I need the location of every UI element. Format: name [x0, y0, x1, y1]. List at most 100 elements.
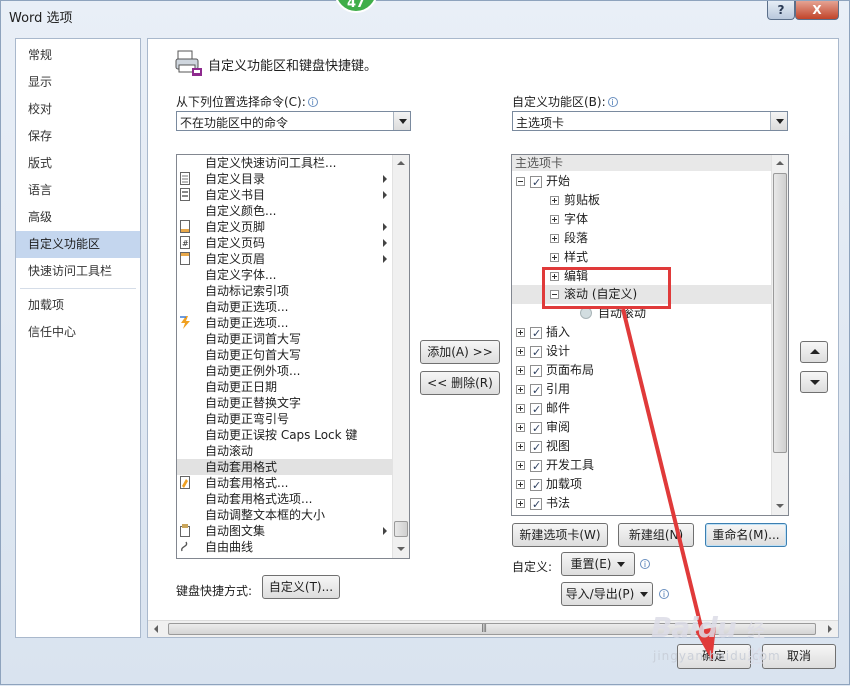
- close-button[interactable]: X: [795, 1, 839, 20]
- checkbox[interactable]: [530, 173, 542, 192]
- nav-item-advanced[interactable]: 高级: [16, 204, 140, 231]
- expand-icon[interactable]: [516, 499, 525, 508]
- checkbox[interactable]: [530, 362, 542, 381]
- command-list-item[interactable]: 自动更正替换文字: [177, 395, 393, 411]
- new-tab-button[interactable]: 新建选项卡(W): [512, 523, 608, 547]
- nav-item-display[interactable]: 显示: [16, 69, 140, 96]
- nav-item-save[interactable]: 保存: [16, 123, 140, 150]
- expand-icon[interactable]: [516, 385, 525, 394]
- command-list-item[interactable]: # 自定义页码: [177, 235, 393, 251]
- ribbon-tree-node[interactable]: 剪贴板: [512, 191, 772, 210]
- command-list-item[interactable]: 自动更正词首大写: [177, 331, 393, 347]
- ribbon-tree-node[interactable]: 邮件: [512, 399, 772, 419]
- commands-list[interactable]: 自定义快速访问工具栏... 自定义目录 自定义书目 自定义颜色... 自定义页脚 # 自定义…: [176, 154, 410, 559]
- command-list-item[interactable]: 自定义页眉: [177, 251, 393, 267]
- scroll-down-icon[interactable]: [393, 541, 409, 558]
- checkbox[interactable]: [530, 343, 542, 362]
- expand-icon[interactable]: [550, 234, 559, 243]
- command-list-item[interactable]: 自动套用格式选项...: [177, 491, 393, 507]
- checkbox[interactable]: [530, 438, 542, 457]
- reset-button[interactable]: 重置(E): [561, 552, 635, 576]
- command-list-item[interactable]: 自动标记索引项: [177, 283, 393, 299]
- command-list-item[interactable]: 自定义快速访问工具栏...: [177, 155, 393, 171]
- customize-ribbon-dropdown[interactable]: 主选项卡: [512, 111, 788, 131]
- command-list-item[interactable]: 自动套用格式...: [177, 475, 393, 491]
- ribbon-tree-node[interactable]: 字体: [512, 210, 772, 229]
- ribbon-tree-node[interactable]: 设计: [512, 342, 772, 362]
- command-list-item[interactable]: 自动滚动: [177, 443, 393, 459]
- ribbon-tree-node[interactable]: 段落: [512, 229, 772, 248]
- expand-icon[interactable]: [516, 404, 525, 413]
- remove-button[interactable]: << 删除(R): [420, 371, 500, 395]
- scroll-left-icon[interactable]: [148, 621, 165, 637]
- command-list-item[interactable]: 自动套用格式: [177, 459, 393, 475]
- expand-icon[interactable]: [516, 461, 525, 470]
- ribbon-tree-node[interactable]: 插入: [512, 323, 772, 343]
- expand-icon[interactable]: [516, 442, 525, 451]
- ribbon-tree-node[interactable]: 引用: [512, 380, 772, 400]
- checkbox[interactable]: [530, 400, 542, 419]
- ribbon-tree-node[interactable]: 视图: [512, 437, 772, 457]
- scroll-thumb[interactable]: [773, 173, 787, 453]
- command-list-item[interactable]: 自定义书目: [177, 187, 393, 203]
- command-list-item[interactable]: 自定义字体...: [177, 267, 393, 283]
- command-list-item[interactable]: 自动更正例外项...: [177, 363, 393, 379]
- command-list-item[interactable]: 自定义颜色...: [177, 203, 393, 219]
- ribbon-tree-scrollbar[interactable]: [771, 155, 788, 515]
- scroll-down-icon[interactable]: [772, 498, 788, 515]
- chevron-down-icon[interactable]: [393, 112, 410, 130]
- nav-item-language[interactable]: 语言: [16, 177, 140, 204]
- new-group-button[interactable]: 新建组(N): [618, 523, 694, 547]
- checkbox[interactable]: [530, 324, 542, 343]
- command-list-item[interactable]: 自动更正日期: [177, 379, 393, 395]
- checkbox[interactable]: [530, 457, 542, 476]
- scroll-up-icon[interactable]: [393, 155, 409, 172]
- expand-icon[interactable]: [516, 423, 525, 432]
- expand-icon[interactable]: [516, 328, 525, 337]
- command-list-item[interactable]: 自动更正选项...: [177, 315, 393, 331]
- ribbon-tree-node[interactable]: 样式: [512, 248, 772, 267]
- ribbon-tree[interactable]: 主选项卡 开始剪贴板字体段落样式编辑滚动 (自定义)自动滚动插入设计页面布局引用…: [511, 154, 789, 516]
- customize-keyboard-button[interactable]: 自定义(T)...: [262, 575, 340, 599]
- commands-list-scrollbar[interactable]: [392, 155, 409, 558]
- help-button[interactable]: ?: [767, 1, 795, 20]
- add-button[interactable]: 添加(A) >>: [420, 340, 500, 364]
- scroll-up-icon[interactable]: [772, 155, 788, 172]
- choose-commands-dropdown[interactable]: 不在功能区中的命令: [176, 111, 411, 131]
- command-list-item[interactable]: 自由曲线: [177, 539, 393, 555]
- checkbox[interactable]: [530, 419, 542, 438]
- command-list-item[interactable]: 自动调整文本框的大小: [177, 507, 393, 523]
- checkbox[interactable]: [530, 476, 542, 495]
- nav-item-trust-center[interactable]: 信任中心: [16, 319, 140, 346]
- scroll-right-icon[interactable]: [821, 621, 838, 637]
- ribbon-tree-node[interactable]: 开始: [512, 172, 772, 192]
- command-list-item[interactable]: 自动图文集: [177, 523, 393, 539]
- command-list-item[interactable]: 自动更正误按 Caps Lock 键: [177, 427, 393, 443]
- ribbon-tree-node[interactable]: 开发工具: [512, 456, 772, 476]
- nav-item-customize-ribbon[interactable]: 自定义功能区: [16, 231, 140, 258]
- nav-item-general[interactable]: 常规: [16, 42, 140, 69]
- command-list-item[interactable]: 自动更正弯引号: [177, 411, 393, 427]
- nav-item-add-ins[interactable]: 加载项: [16, 292, 140, 319]
- ribbon-tree-node[interactable]: 审阅: [512, 418, 772, 438]
- command-list-item[interactable]: 自定义页脚: [177, 219, 393, 235]
- ribbon-tree-node[interactable]: 书法: [512, 494, 772, 514]
- checkbox[interactable]: [530, 381, 542, 400]
- move-up-button[interactable]: [800, 341, 828, 363]
- expand-icon[interactable]: [516, 366, 525, 375]
- import-export-button[interactable]: 导入/导出(P): [561, 582, 653, 606]
- move-down-button[interactable]: [800, 371, 828, 393]
- command-list-item[interactable]: 自动更正句首大写: [177, 347, 393, 363]
- chevron-down-icon[interactable]: [770, 112, 787, 130]
- expand-icon[interactable]: [550, 215, 559, 224]
- expand-icon[interactable]: [550, 253, 559, 262]
- expand-icon[interactable]: [550, 196, 559, 205]
- nav-item-layout[interactable]: 版式: [16, 150, 140, 177]
- rename-button[interactable]: 重命名(M)...: [705, 523, 787, 547]
- ribbon-tree-node[interactable]: 页面布局: [512, 361, 772, 381]
- command-list-item[interactable]: 自定义目录: [177, 171, 393, 187]
- scroll-thumb[interactable]: [394, 521, 408, 537]
- nav-item-quick-access-toolbar[interactable]: 快速访问工具栏: [16, 258, 140, 285]
- command-list-item[interactable]: 自动更正选项...: [177, 299, 393, 315]
- checkbox[interactable]: [530, 495, 542, 514]
